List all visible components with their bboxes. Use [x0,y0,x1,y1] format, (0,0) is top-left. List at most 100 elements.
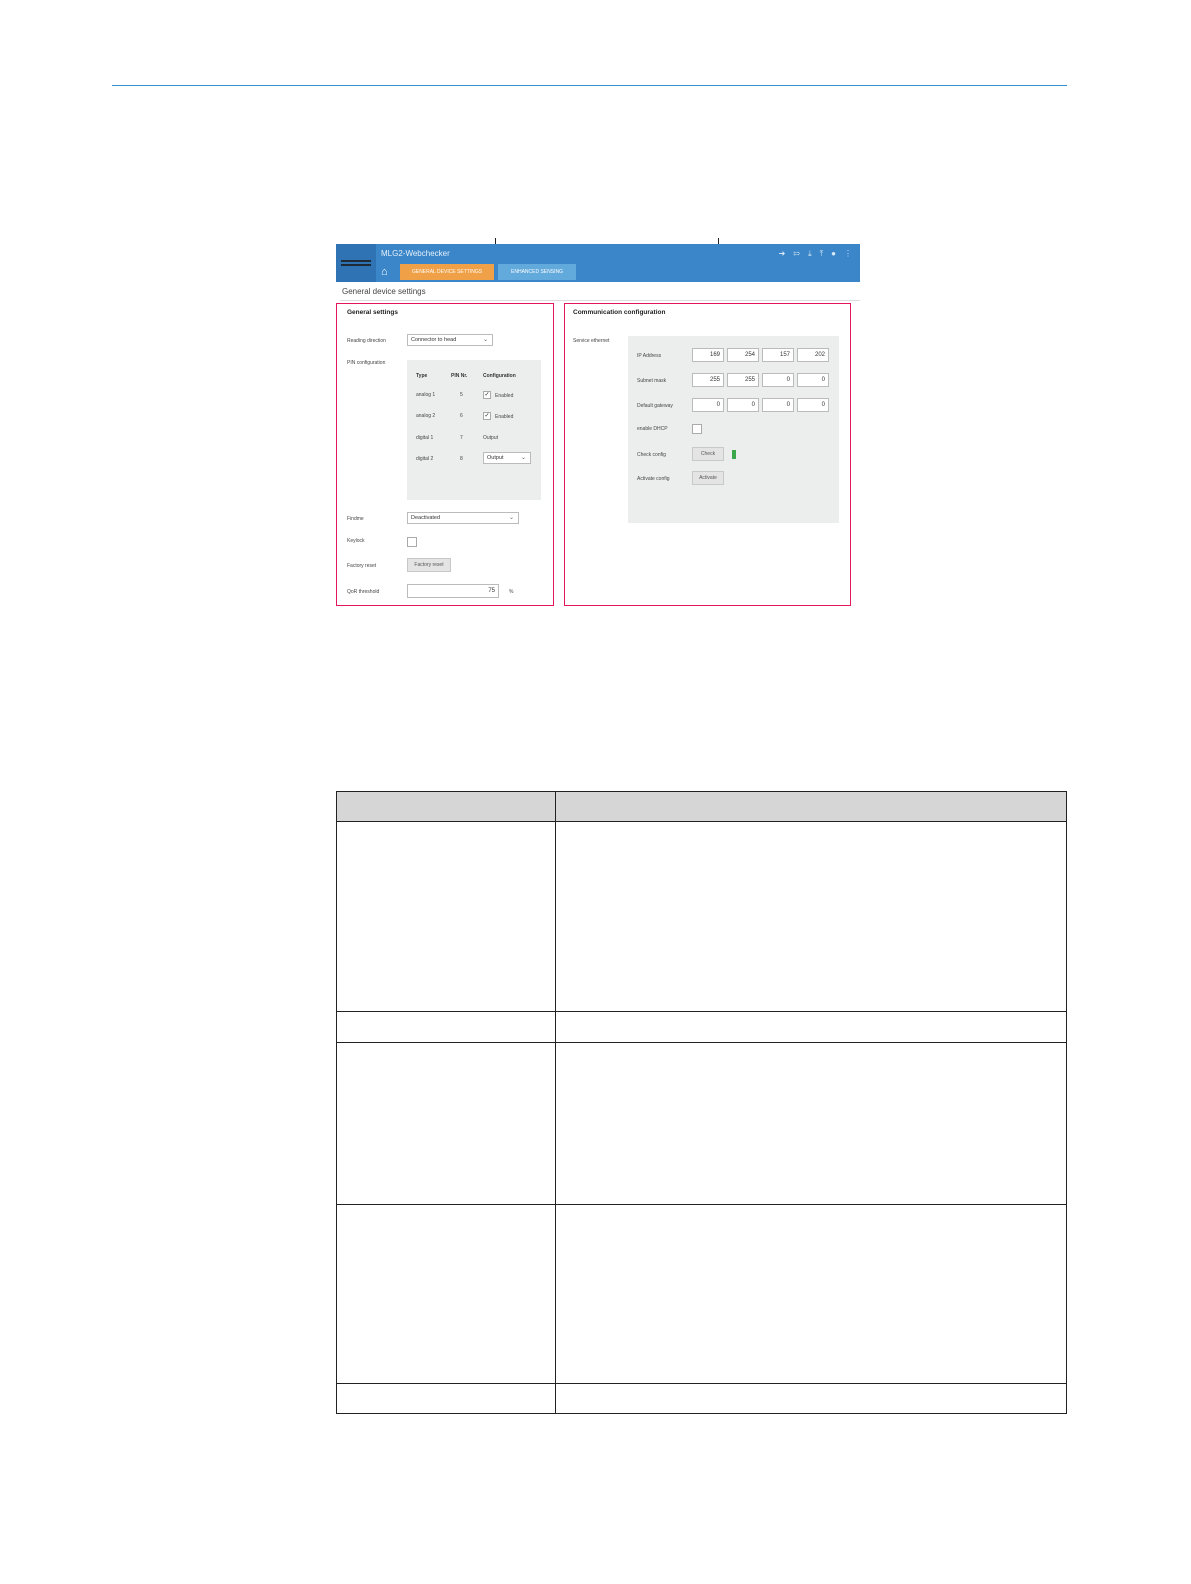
gateway-octet-input[interactable]: 0 [797,398,829,412]
table-header-row [336,791,1067,822]
pin-configuration-label: PIN configuration [347,360,386,366]
qor-unit: % [509,589,514,595]
pin-col-type: Type [416,373,428,379]
enable-dhcp-label: enable DHCP [637,426,668,432]
pin-col-configuration: Configuration [483,373,516,379]
pin-enabled-checkbox[interactable]: ✓ [483,391,491,399]
page-heading: General device settings [342,287,426,296]
reading-direction-value: Connector to head [411,337,457,343]
pin-type: digital 1 [416,435,434,441]
activate-button[interactable]: Activate [692,471,724,485]
chevron-down-icon: ⌄ [520,455,526,461]
table-cell [555,1204,1067,1384]
logout-icon[interactable]: ⇰ [793,248,800,260]
check-button[interactable]: Check [692,447,724,461]
findme-value: Deactivated [411,515,441,521]
ip-octet-input[interactable]: 157 [762,348,794,362]
communication-title: Communication configuration [573,309,666,316]
more-icon[interactable]: ⋮ [844,248,852,260]
factory-reset-button[interactable]: Factory reset [407,558,451,572]
table-row [336,1011,1067,1043]
pin-config-table: Type PIN Nr. Configuration analog 1 5 ✓ … [407,360,541,500]
qor-threshold-input[interactable]: 75 [407,584,499,598]
download-icon[interactable]: ⤓ [808,248,812,260]
check-config-label: Check config [637,452,666,458]
ip-address-label: IP Address [637,353,662,359]
chevron-down-icon: ⌄ [482,337,488,343]
enable-dhcp-checkbox[interactable] [692,424,702,434]
pin-number: 6 [460,413,463,419]
heading-divider [340,300,860,301]
menu-logo[interactable] [336,244,376,282]
toolbar-icons: ➜ ⇰ ⤓ ⤒ ● ⋮ [779,248,852,260]
pin-type: analog 2 [416,413,436,419]
ip-octet-input[interactable]: 169 [692,348,724,362]
tab-general-device-settings[interactable]: GENERAL DEVICE SETTINGS [400,264,494,280]
ethernet-config-box: IP Address 169 254 157 202 Subnet mask 2… [628,336,839,523]
table-cell [555,1042,1067,1205]
subnet-octet-input[interactable]: 0 [797,373,829,387]
gateway-octet-input[interactable]: 0 [727,398,759,412]
pin-enabled-checkbox[interactable]: ✓ [483,412,491,420]
home-icon[interactable]: ⌂ [381,266,388,278]
keylock-label: Keylock [347,538,365,544]
table-cell [555,1383,1067,1414]
table-header-cell [555,791,1067,822]
subnet-octet-input[interactable]: 0 [762,373,794,387]
chevron-down-icon: ⌄ [508,515,514,521]
ip-octet-input[interactable]: 254 [727,348,759,362]
findme-select[interactable]: Deactivated ⌄ [407,512,519,524]
general-settings-panel: General settings Reading direction Conne… [336,303,554,606]
table-cell [555,821,1067,1012]
table-cell [336,1011,556,1043]
tab-enhanced-sensing[interactable]: ENHANCED SENSING [498,264,576,280]
pin-config-value: Enabled [495,414,514,420]
table-cell [336,1383,556,1414]
pin-number: 8 [460,456,463,462]
pin-number: 5 [460,392,463,398]
upload-icon[interactable]: ⤒ [820,248,824,260]
table-cell [336,821,556,1012]
gateway-octet-input[interactable]: 0 [692,398,724,412]
pin-output-select[interactable]: Output ⌄ [483,452,531,464]
login-icon[interactable]: ➜ [779,248,786,260]
header-rule [112,85,1067,86]
table-row [336,1383,1067,1414]
communication-panel: Communication configuration Service ethe… [564,303,851,606]
table-row [336,1042,1067,1205]
pin-type: digital 2 [416,456,434,462]
table-row [336,821,1067,1012]
pin-config-value: Output [483,435,499,441]
activate-config-label: Activate config [637,476,670,482]
default-gateway-label: Default gateway [637,403,673,409]
subnet-octet-input[interactable]: 255 [692,373,724,387]
pin-number: 7 [460,435,463,441]
gateway-octet-input[interactable]: 0 [762,398,794,412]
check-status-indicator [732,450,736,459]
subnet-octet-input[interactable]: 255 [727,373,759,387]
pin-output-value: Output [487,455,504,461]
reading-direction-label: Reading direction [347,338,386,344]
ip-octet-input[interactable]: 202 [797,348,829,362]
table-cell [336,1042,556,1205]
pin-type: analog 1 [416,392,436,398]
general-settings-title: General settings [347,309,398,316]
app-topbar: MLG2-Webchecker ⌂ GENERAL DEVICE SETTING… [336,244,860,282]
reading-direction-select[interactable]: Connector to head ⌄ [407,334,493,346]
description-table [336,791,1067,1414]
pin-col-number: PIN Nr. [451,373,468,379]
webchecker-screenshot: MLG2-Webchecker ⌂ GENERAL DEVICE SETTING… [336,244,860,608]
qor-threshold-label: QoR threshold [347,589,380,595]
table-cell [336,1204,556,1384]
subnet-mask-label: Subnet mask [637,378,667,384]
service-ethernet-label: Service ethernet [573,338,610,344]
findme-label: Findme [347,516,364,522]
table-header-cell [336,791,556,822]
app-title: MLG2-Webchecker [381,249,450,258]
info-icon[interactable]: ● [831,248,836,260]
table-cell [555,1011,1067,1043]
pin-config-value: Enabled [495,393,514,399]
keylock-checkbox[interactable] [407,537,417,547]
factory-reset-label: Factory reset [347,563,377,569]
table-row [336,1204,1067,1384]
